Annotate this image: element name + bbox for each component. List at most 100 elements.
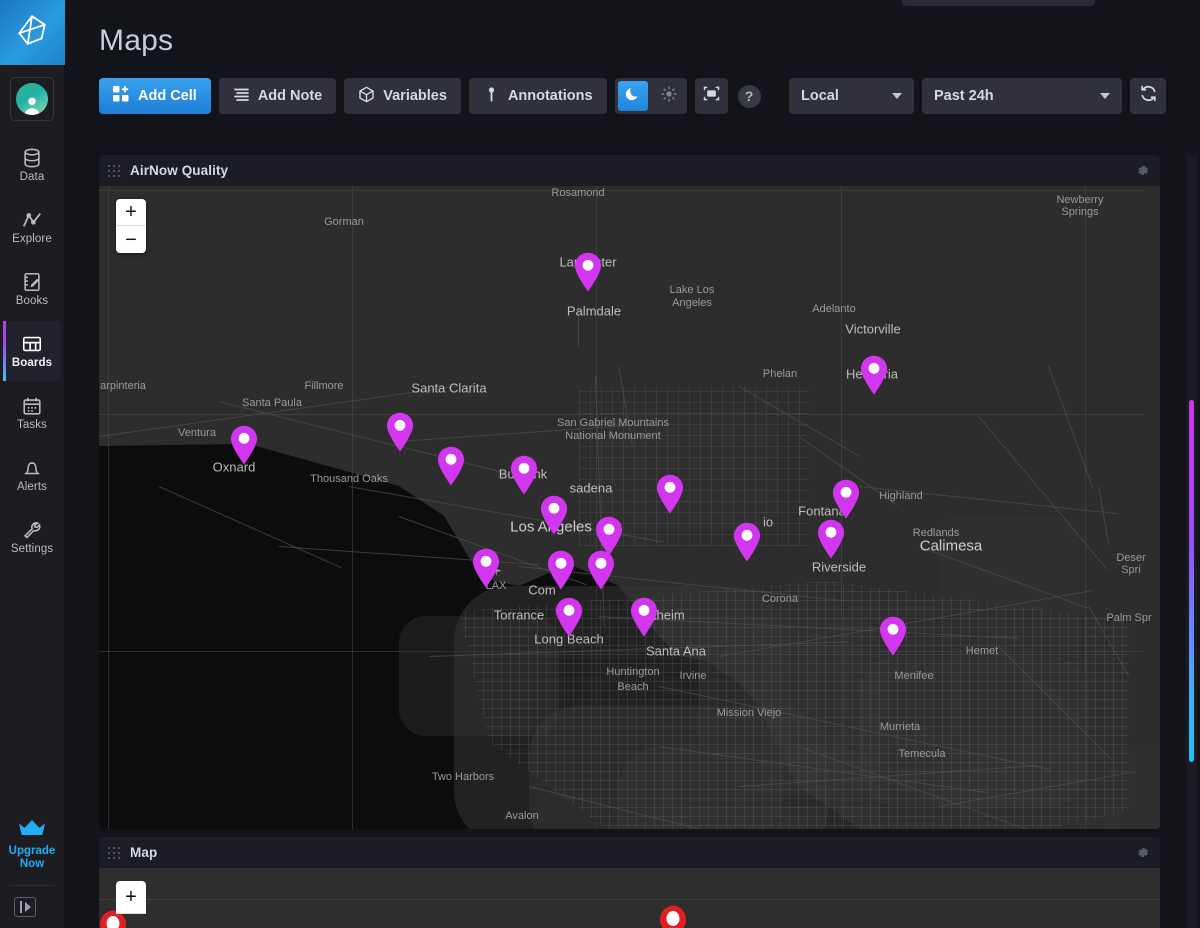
map-marker-pin[interactable]: [472, 548, 501, 588]
presentation-mode-icon: [703, 85, 720, 107]
map-marker-pin[interactable]: [587, 550, 616, 590]
sidebar-item-label: Data: [19, 170, 45, 183]
sidebar-item-label: Tasks: [17, 418, 47, 431]
map-marker-pin[interactable]: [860, 355, 889, 395]
map-marker-pin[interactable]: [555, 597, 584, 637]
zoom-out-button[interactable]: −: [116, 226, 146, 253]
map-graticule: [99, 899, 1160, 900]
map-zoom-controls: + −: [116, 199, 146, 253]
drag-handle-icon[interactable]: [107, 164, 121, 178]
vertical-scrollbar[interactable]: [1189, 400, 1194, 762]
line-graph-icon: [21, 209, 43, 231]
sidebar-item-boards[interactable]: Boards: [2, 321, 61, 381]
moon-icon: [625, 86, 641, 107]
influxdb-logo-icon: [15, 13, 49, 52]
zoom-in-button[interactable]: +: [116, 199, 146, 226]
annotations-label: Annotations: [507, 88, 593, 104]
note-lines-icon: [233, 86, 250, 107]
map-marker-pin[interactable]: [386, 412, 415, 452]
map-marker-pin[interactable]: [733, 522, 762, 562]
sun-icon: [660, 85, 677, 107]
gear-icon[interactable]: [1135, 163, 1150, 178]
map-marker-pin[interactable]: [437, 446, 466, 486]
sidebar-item-data[interactable]: Data: [4, 135, 61, 195]
sidebar-item-label: Books: [15, 294, 49, 307]
presentation-mode-button[interactable]: [694, 78, 728, 114]
map-graticule: [99, 190, 1144, 191]
refresh-button[interactable]: [1130, 78, 1166, 114]
map-marker-pin[interactable]: [547, 550, 576, 590]
map-marker-pin[interactable]: [630, 597, 659, 637]
user-menu-button[interactable]: [10, 77, 54, 121]
sidebar-item-label: Explore: [12, 232, 52, 245]
cell-header: AirNow Quality: [99, 155, 1160, 186]
primary-sidebar: Data Explore Books Boards Tasks Alerts S…: [0, 0, 65, 928]
add-note-button[interactable]: Add Note: [218, 78, 337, 114]
add-cell-label: Add Cell: [138, 88, 197, 104]
sidebar-nav: Data Explore Books Boards Tasks Alerts S…: [0, 135, 64, 569]
map-marker-pin[interactable]: [510, 455, 539, 495]
help-button[interactable]: ?: [737, 84, 761, 108]
timezone-label: Local: [801, 88, 839, 104]
main-content: Maps Add Cell Add Note Variables Annotat…: [65, 0, 1200, 928]
map-road: [578, 306, 579, 346]
cell-header: Map: [99, 837, 1160, 868]
sidebar-item-explore[interactable]: Explore: [4, 197, 61, 257]
map-road: [1098, 486, 1110, 546]
variables-button[interactable]: Variables: [344, 78, 461, 114]
map-road: [1048, 366, 1094, 489]
sidebar-item-label: Alerts: [17, 480, 47, 493]
zoom-in-button[interactable]: +: [116, 881, 146, 914]
variables-label: Variables: [383, 88, 447, 104]
map-landmass: [99, 186, 1160, 829]
map-marker-pin[interactable]: [574, 252, 603, 292]
sidebar-item-books[interactable]: Books: [4, 259, 61, 319]
add-cell-button[interactable]: Add Cell: [99, 78, 211, 114]
dashboard-toolbar: Add Cell Add Note Variables Annotations …: [65, 78, 1200, 114]
map-road: [858, 486, 1118, 515]
panel-expand-icon[interactable]: [14, 897, 36, 917]
dashboard-board: AirNow Quality + − Rosamond Gorman Newbe…: [99, 155, 1160, 928]
influxdb-logo-button[interactable]: [0, 0, 65, 65]
light-theme-button[interactable]: [654, 81, 684, 111]
add-note-label: Add Note: [257, 88, 323, 104]
cell-title: AirNow Quality: [130, 163, 229, 178]
map-canvas-map[interactable]: +: [99, 868, 1160, 928]
sidebar-item-settings[interactable]: Settings: [4, 507, 61, 567]
add-cell-icon: [113, 85, 130, 107]
database-icon: [21, 147, 43, 169]
time-range-dropdown[interactable]: Past 24h: [922, 78, 1122, 114]
dashboard-grid-icon: [21, 333, 43, 355]
avatar: [16, 83, 48, 115]
sidebar-item-alerts[interactable]: Alerts: [4, 445, 61, 505]
time-range-label: Past 24h: [934, 88, 994, 104]
cell-body: + − RosamondGormanNewberrySpringsLancast…: [99, 186, 1160, 829]
chevron-down-icon: [892, 93, 902, 99]
map-marker-pin[interactable]: [879, 616, 908, 656]
map-canvas-airnow[interactable]: + − RosamondGormanNewberrySpringsLancast…: [99, 186, 1160, 829]
map-marker-pin[interactable]: [540, 495, 569, 535]
upgrade-now-button[interactable]: Upgrade Now: [4, 808, 61, 883]
map-marker-pin[interactable]: [832, 479, 861, 519]
cell-body: +: [99, 868, 1160, 928]
gear-icon[interactable]: [1135, 845, 1150, 860]
wrench-icon: [21, 519, 43, 541]
sidebar-item-label: Boards: [11, 356, 53, 369]
map-marker-pin[interactable]: [656, 474, 685, 514]
map-marker-pin[interactable]: [230, 425, 259, 465]
annotation-pin-icon: [483, 86, 500, 107]
app-root: Data Explore Books Boards Tasks Alerts S…: [0, 0, 1200, 928]
map-marker-pin[interactable]: [817, 519, 846, 559]
dark-theme-button[interactable]: [617, 81, 648, 111]
annotations-button[interactable]: Annotations: [468, 78, 607, 114]
map-marker-circle[interactable]: [659, 905, 687, 928]
sidebar-collapse-row: [0, 886, 64, 928]
cube-icon: [358, 86, 375, 107]
drag-handle-icon[interactable]: [107, 846, 121, 860]
sidebar-item-tasks[interactable]: Tasks: [4, 383, 61, 443]
calendar-icon: [21, 395, 43, 417]
page-title: Maps: [99, 24, 174, 57]
timezone-dropdown[interactable]: Local: [789, 78, 914, 114]
top-overflow-element: [902, 0, 1095, 6]
theme-toggle-group: [614, 78, 687, 114]
